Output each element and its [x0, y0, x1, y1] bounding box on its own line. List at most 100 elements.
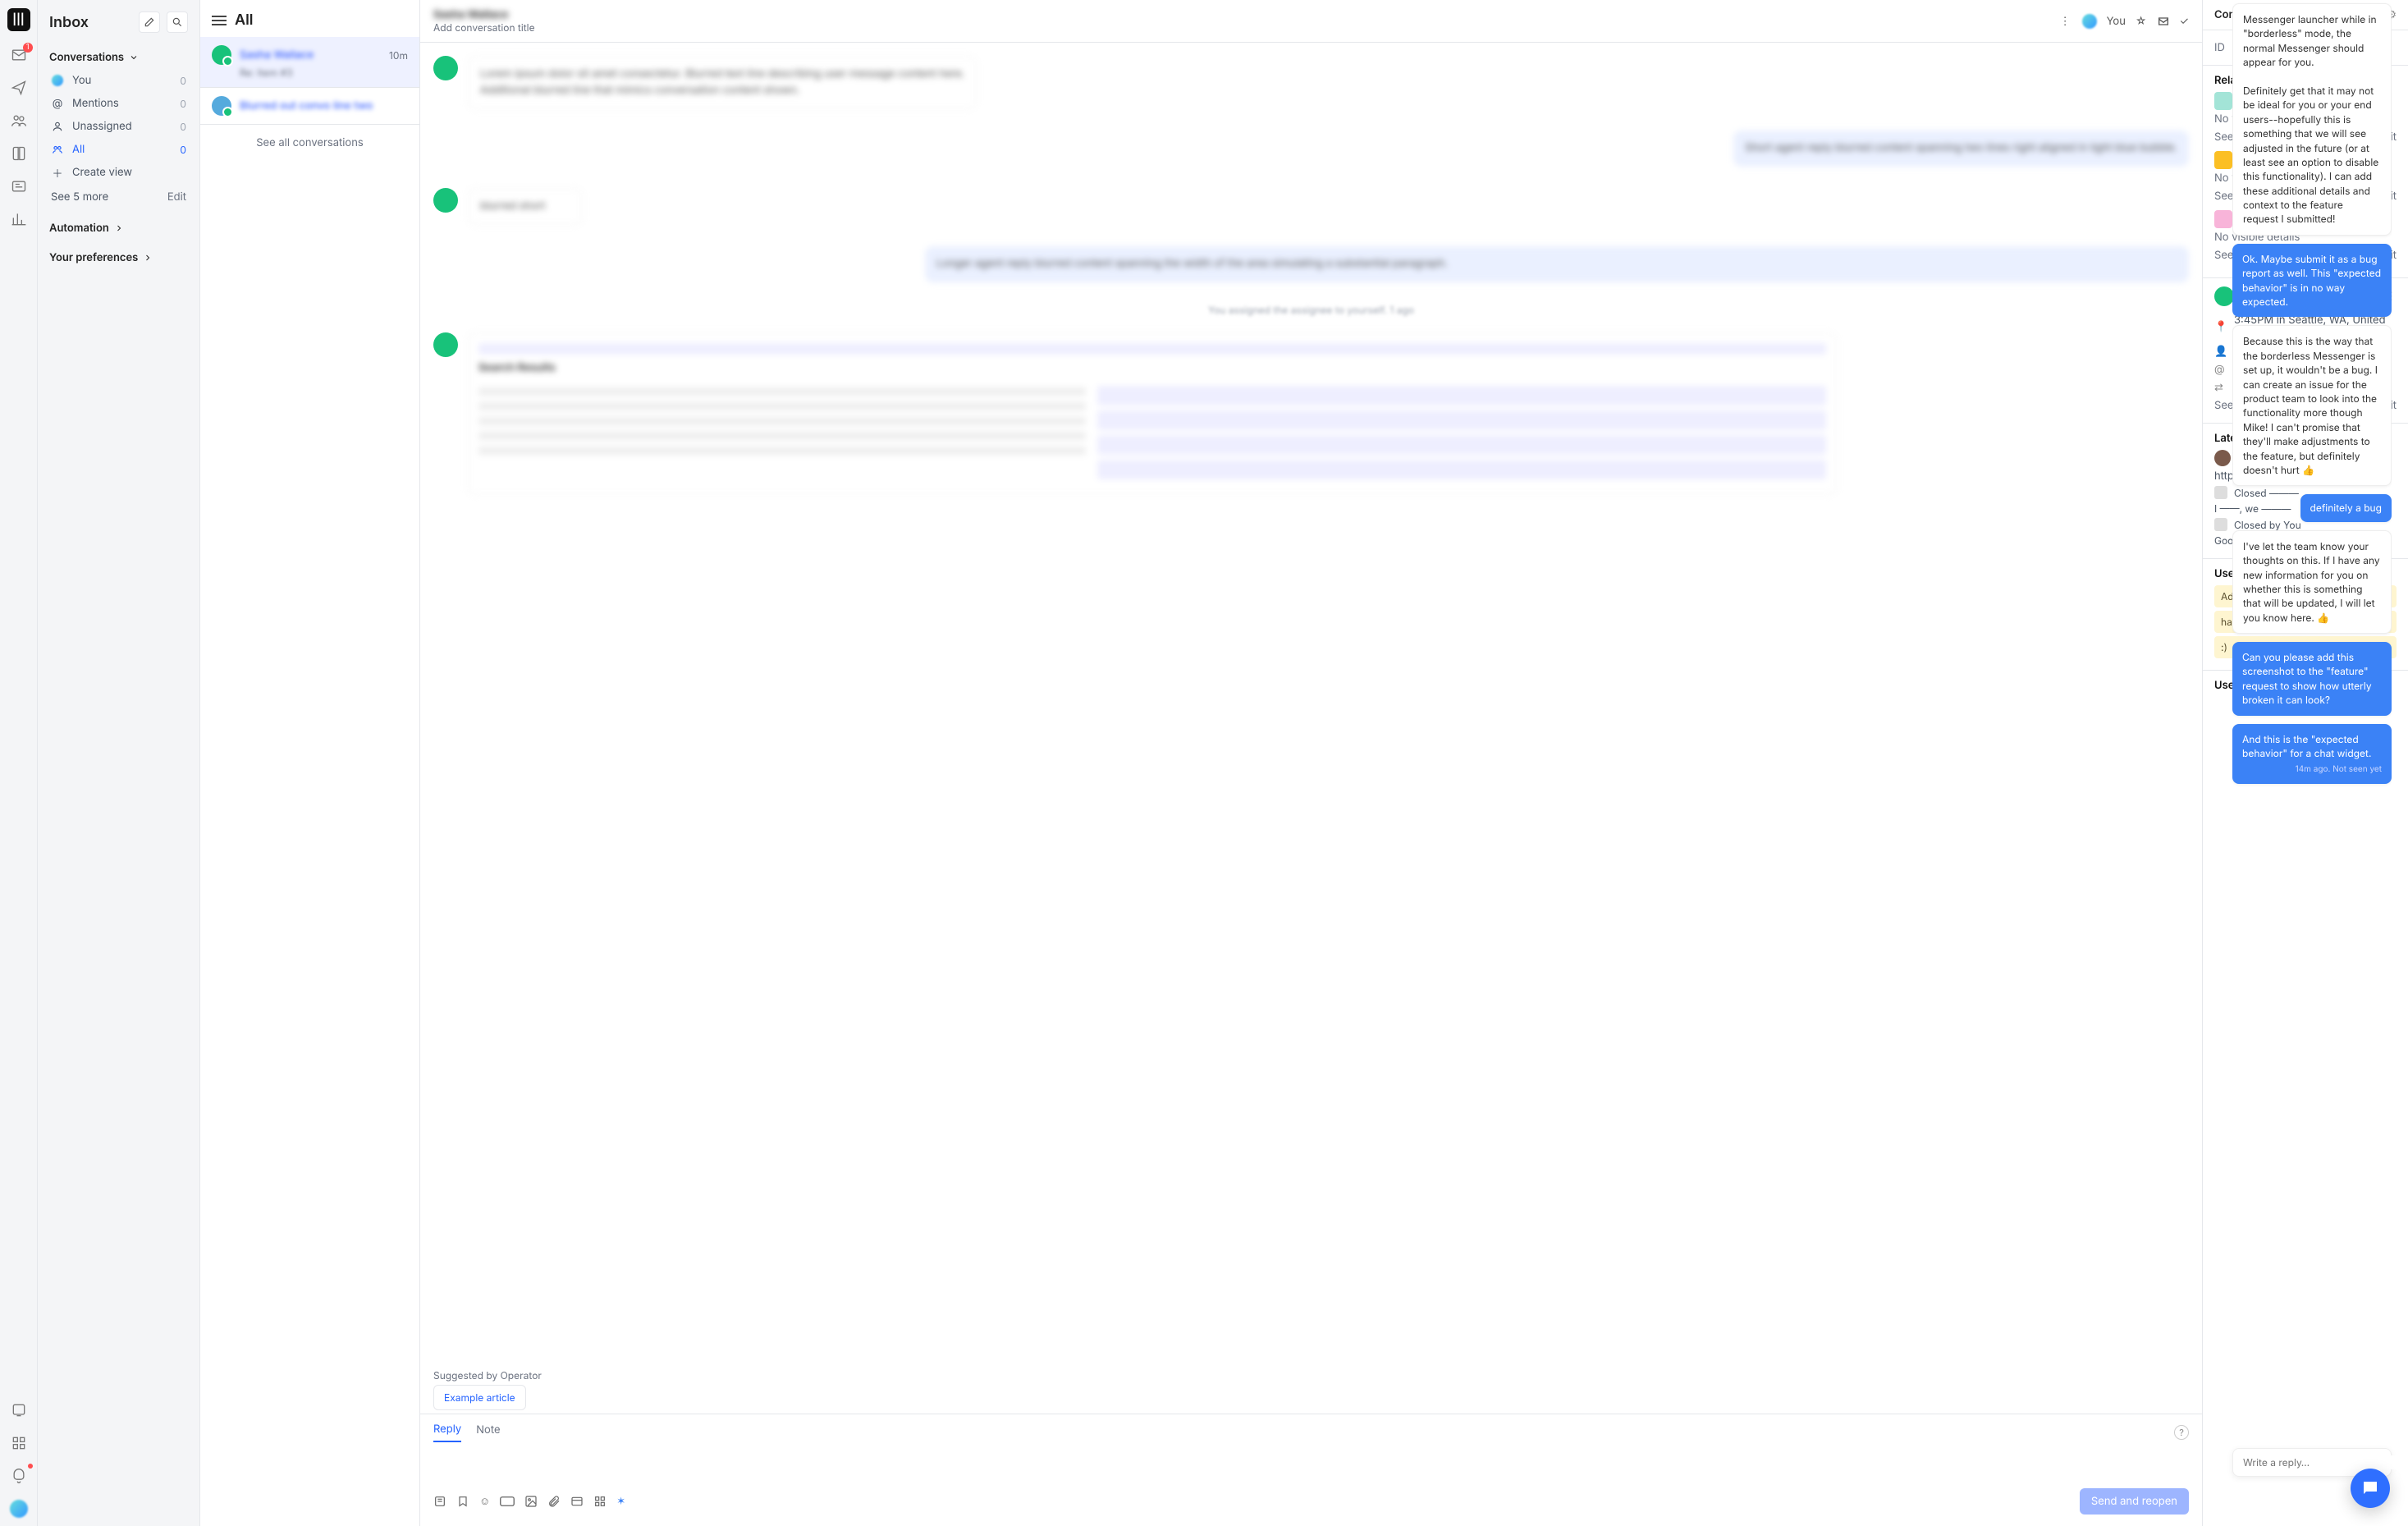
sidebar-item-all[interactable]: All 0	[49, 138, 188, 161]
message-timestamp: 14m ago. Not seen yet	[2242, 763, 2382, 776]
message-bubble: blurred short	[468, 188, 583, 226]
conversations-section[interactable]: Conversations	[49, 46, 188, 69]
article-icon[interactable]	[433, 1495, 446, 1508]
company-icon	[2214, 210, 2232, 228]
user-icon	[51, 74, 64, 87]
suggestion-chip[interactable]: Example article	[433, 1385, 526, 1410]
conversation-subtitle[interactable]: Add conversation title	[433, 21, 535, 34]
search-button[interactable]	[167, 11, 188, 33]
composer: Reply Note ? ☺ ✶ Send and reopen	[420, 1414, 2202, 1526]
assigned-system-text: You assigned the assignee to yourself. 1…	[433, 304, 2189, 316]
create-view[interactable]: ＋ Create view	[49, 161, 188, 184]
location-icon: 📍	[2214, 320, 2227, 333]
rail-avatar[interactable]	[10, 1500, 28, 1518]
sidebar: Inbox Conversations You 0 @ Mentions 0 U…	[38, 0, 200, 1526]
people-icon	[51, 143, 64, 156]
messenger-agent-bubble: I've let the team know your thoughts on …	[2232, 530, 2392, 634]
mention-icon: @	[51, 97, 64, 110]
composer-help-icon[interactable]: ?	[2174, 1425, 2189, 1440]
edit-views[interactable]: Edit	[167, 190, 186, 204]
conversation-body: Lorem ipsum dolor sit amet consectetur. …	[420, 43, 2202, 1363]
more-icon[interactable]: ⋮	[2060, 15, 2072, 28]
sidebar-item-mentions[interactable]: @ Mentions 0	[49, 92, 188, 115]
app-logo[interactable]: |||	[7, 8, 30, 31]
message-bubble: Short agent reply blurred content spanni…	[1733, 131, 2189, 167]
card-icon[interactable]	[570, 1495, 584, 1508]
time-ago: 10m	[389, 49, 408, 62]
messenger-launcher[interactable]	[2351, 1469, 2390, 1508]
rail-notifications-icon[interactable]	[10, 1467, 28, 1485]
rail-apps-icon[interactable]	[10, 1434, 28, 1452]
send-button[interactable]: Send and reopen	[2080, 1488, 2189, 1515]
app-rail: ||| 1	[0, 0, 38, 1526]
chevron-right-icon	[114, 223, 124, 233]
automation-section[interactable]: Automation	[49, 217, 188, 240]
attachment-icon[interactable]	[547, 1495, 561, 1508]
rail-inbox-icon[interactable]: 1	[10, 46, 28, 64]
chevron-down-icon	[129, 53, 139, 62]
rail-contacts-icon[interactable]	[10, 112, 28, 130]
avatar-icon	[433, 56, 458, 80]
spark-icon[interactable]: ✶	[616, 1495, 625, 1508]
assignee-avatar[interactable]	[2082, 14, 2097, 29]
avatar-icon	[433, 188, 458, 213]
conversation-item[interactable]: Sasha Wallace 10m Re: Item #3	[200, 37, 419, 88]
conversation-pane: Sasha Wallace Add conversation title ⋮ Y…	[420, 0, 2203, 1526]
sidebar-title: Inbox	[49, 14, 132, 31]
user-avatar-icon	[2214, 286, 2234, 306]
composer-toolbar: ☺ ✶ Send and reopen	[433, 1488, 2189, 1515]
avatar-icon	[212, 45, 231, 65]
conversation-title: Sasha Wallace	[433, 8, 535, 21]
see-more[interactable]: See 5 more	[51, 190, 108, 204]
plus-icon: ＋	[51, 166, 64, 179]
inbox-badge: 1	[23, 43, 33, 53]
avatar-icon	[433, 332, 458, 357]
compose-button[interactable]	[139, 11, 160, 33]
composer-input[interactable]	[433, 1447, 2189, 1488]
emoji-icon[interactable]: ☺	[479, 1495, 490, 1508]
message-bubble: Longer agent reply blurred content spann…	[925, 246, 2189, 282]
image-icon[interactable]	[524, 1495, 538, 1508]
messenger-user-bubble: Can you please add this screenshot to th…	[2232, 642, 2392, 716]
email-icon: @	[2214, 363, 2227, 376]
chevron-right-icon	[143, 253, 153, 263]
convlist-title: All	[235, 11, 254, 29]
gif-icon[interactable]	[500, 1496, 515, 1507]
operator-suggestion: Suggested by Operator Example article	[420, 1363, 2202, 1414]
preferences-section[interactable]: Your preferences	[49, 246, 188, 269]
assignee-label: You	[2107, 15, 2126, 28]
sidebar-item-you[interactable]: You 0	[49, 69, 188, 92]
tab-reply[interactable]: Reply	[433, 1423, 461, 1442]
messenger-agent-bubble: Because this is the way that the borderl…	[2232, 325, 2392, 486]
company-icon	[2214, 151, 2232, 169]
snooze-icon[interactable]	[2157, 15, 2170, 28]
close-conv-icon[interactable]: ✓	[2180, 15, 2190, 28]
conversation-header: Sasha Wallace Add conversation title ⋮ Y…	[420, 0, 2202, 43]
burger-icon[interactable]	[212, 16, 227, 25]
company-icon	[2214, 92, 2232, 110]
messenger-user-bubble: And this is the "expected behavior" for …	[2232, 724, 2392, 784]
rail-help-icon[interactable]	[10, 1401, 28, 1419]
messenger-agent-bubble: Messenger launcher while in "borderless"…	[2232, 3, 2392, 236]
rail-articles-icon[interactable]	[10, 144, 28, 163]
sidebar-item-unassigned[interactable]: Unassigned 0	[49, 115, 188, 138]
conversation-item[interactable]: Blurred out convo line two	[200, 88, 419, 125]
messenger-user-bubble: definitely a bug	[2300, 494, 2392, 521]
avatar-icon	[2214, 450, 2231, 466]
user-id-icon: ⇄	[2214, 381, 2227, 394]
rail-outbound-icon[interactable]	[10, 177, 28, 195]
conversation-list: All Sasha Wallace 10m Re: Item #3 Blurre…	[200, 0, 420, 1526]
rail-send-icon[interactable]	[10, 79, 28, 97]
avatar-icon	[212, 96, 231, 116]
star-icon[interactable]: ☆	[2136, 15, 2147, 28]
owner-icon: 👤	[2214, 345, 2227, 358]
tab-note[interactable]: Note	[476, 1423, 500, 1441]
see-all-conversations[interactable]: See all conversations	[200, 125, 419, 161]
apps-icon[interactable]	[593, 1495, 607, 1508]
messenger-user-bubble: Ok. Maybe submit it as a bug report as w…	[2232, 244, 2392, 318]
bookmark-icon[interactable]	[456, 1495, 469, 1508]
rail-reports-icon[interactable]	[10, 210, 28, 228]
attachment-card: Search Results	[468, 332, 1837, 495]
messenger-text-input[interactable]	[2241, 1455, 2402, 1469]
unassigned-icon	[51, 120, 64, 133]
